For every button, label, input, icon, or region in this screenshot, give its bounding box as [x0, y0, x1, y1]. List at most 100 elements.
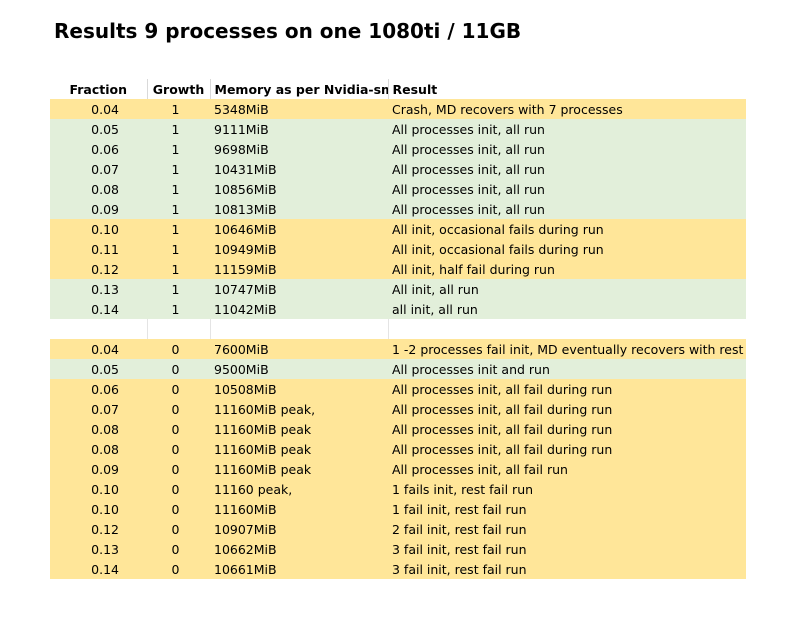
cell-result: 3 fail init, rest fail run	[388, 559, 746, 579]
table-row: 0.05 0 9500MiB All processes init and run	[50, 359, 746, 379]
cell-memory: 10949MiB	[210, 239, 388, 259]
table-row: 0.08 0 11160MiB peak All processes init, al…	[50, 439, 746, 459]
cell-fraction: 0.05	[50, 119, 147, 139]
cell-fraction: 0.06	[50, 139, 147, 159]
cell-fraction: 0.12	[50, 259, 147, 279]
cell-fraction: 0.06	[50, 379, 147, 399]
cell-growth: 0	[147, 439, 210, 459]
cell-fraction: 0.05	[50, 359, 147, 379]
cell-memory: 11160MiB	[210, 499, 388, 519]
table-row: 0.04 0 7600MiB 1 -2 processes fail init, MD…	[50, 339, 746, 359]
table-row: 0.12 1 11159MiB All init, half fail during …	[50, 259, 746, 279]
cell-memory: 11160MiB peak,	[210, 399, 388, 419]
cell-memory: 9500MiB	[210, 359, 388, 379]
cell-result: All processes init, all run	[388, 119, 746, 139]
cell-result: All processes init and run	[388, 359, 746, 379]
cell-growth: 1	[147, 219, 210, 239]
cell-growth: 1	[147, 179, 210, 199]
header-memory: Memory as per Nvidia-smi	[210, 79, 389, 99]
cell-growth: 1	[147, 119, 210, 139]
cell-growth: 0	[147, 379, 210, 399]
cell-result: All processes init, all fail during run	[388, 379, 746, 399]
cell-memory: 10747MiB	[210, 279, 388, 299]
table-header-row: Fraction Growth Memory as per Nvidia-smi…	[50, 79, 746, 99]
cell-memory: 10907MiB	[210, 519, 388, 539]
cell-memory: 10813MiB	[210, 199, 388, 219]
cell-fraction: 0.07	[50, 159, 147, 179]
cell-fraction: 0.14	[50, 559, 147, 579]
cell-growth: 1	[147, 259, 210, 279]
cell-memory: 10431MiB	[210, 159, 388, 179]
cell-growth: 1	[147, 199, 210, 219]
cell-fraction: 0.09	[50, 199, 147, 219]
cell-growth: 1	[147, 139, 210, 159]
cell-memory: 10662MiB	[210, 539, 388, 559]
table-row-blank	[50, 319, 746, 339]
cell-result: All init, occasional fails during run	[388, 239, 746, 259]
table-row: 0.13 1 10747MiB All init, all run	[50, 279, 746, 299]
table-row: 0.14 0 10661MiB 3 fail init, rest fail run	[50, 559, 746, 579]
cell-fraction: 0.10	[50, 499, 147, 519]
table-row: 0.06 0 10508MiB All processes init, all fai…	[50, 379, 746, 399]
cell-result: Crash, MD recovers with 7 processes	[388, 99, 746, 119]
cell-fraction: 0.08	[50, 439, 147, 459]
cell-result: All processes init, all fail during run	[388, 399, 746, 419]
table-row: 0.09 1 10813MiB All processes init, all run	[50, 199, 746, 219]
table-row: 0.05 1 9111MiB All processes init, all run	[50, 119, 746, 139]
cell-result: all init, all run	[388, 299, 746, 319]
page-title: Results 9 processes on one 1080ti / 11GB	[54, 19, 522, 43]
cell-fraction: 0.04	[50, 99, 147, 119]
cell-result: All init, half fail during run	[388, 259, 746, 279]
cell-growth: 0	[147, 459, 210, 479]
cell-result: All processes init, all run	[388, 139, 746, 159]
cell-memory: 11160 peak,	[210, 479, 388, 499]
cell-fraction: 0.11	[50, 239, 147, 259]
cell-memory: 7600MiB	[210, 339, 388, 359]
table-row: 0.10 0 11160 peak, 1 fails init, rest fail …	[50, 479, 746, 499]
table-row: 0.04 1 5348MiB Crash, MD recovers with 7 p…	[50, 99, 746, 119]
cell-memory: 11160MiB peak	[210, 439, 388, 459]
cell-memory: 11160MiB peak	[210, 459, 388, 479]
cell-result: 1 fails init, rest fail run	[388, 479, 746, 499]
cell-result: All processes init, all fail during run	[388, 419, 746, 439]
cell-memory: 10661MiB	[210, 559, 388, 579]
results-table: Fraction Growth Memory as per Nvidia-smi…	[50, 79, 746, 579]
cell-result: All processes init, all run	[388, 199, 746, 219]
cell-memory: 10856MiB	[210, 179, 388, 199]
cell-growth: 0	[147, 539, 210, 559]
cell-growth: 0	[147, 499, 210, 519]
cell-result: 1 fail init, rest fail run	[388, 499, 746, 519]
cell-memory: 11159MiB	[210, 259, 388, 279]
cell-memory: 9111MiB	[210, 119, 388, 139]
cell-growth: 0	[147, 519, 210, 539]
cell-fraction: 0.04	[50, 339, 147, 359]
cell-result: All processes init, all fail run	[388, 459, 746, 479]
table-row: 0.08 1 10856MiB All processes init, all run	[50, 179, 746, 199]
cell-memory: 11160MiB peak	[210, 419, 388, 439]
table-row: 0.09 0 11160MiB peak All processes init, al…	[50, 459, 746, 479]
cell-result: 1 -2 processes fail init, MD eventually …	[388, 339, 746, 359]
results-table-container: Fraction Growth Memory as per Nvidia-smi…	[50, 79, 746, 579]
cell-growth: 1	[147, 279, 210, 299]
table-body: 0.04 1 5348MiB Crash, MD recovers with 7 p…	[50, 99, 746, 579]
table-row: 0.13 0 10662MiB 3 fail init, rest fail run	[50, 539, 746, 559]
cell-growth: 1	[147, 299, 210, 319]
cell-fraction: 0.12	[50, 519, 147, 539]
cell-result: All processes init, all fail during run	[388, 439, 746, 459]
header-fraction: Fraction	[50, 79, 148, 99]
cell-result: All init, occasional fails during run	[388, 219, 746, 239]
cell-result: All processes init, all run	[388, 179, 746, 199]
cell-result: All processes init, all run	[388, 159, 746, 179]
cell-growth: 0	[147, 339, 210, 359]
cell-growth: 0	[147, 479, 210, 499]
table-row: 0.06 1 9698MiB All processes init, all run	[50, 139, 746, 159]
table-row: 0.07 0 11160MiB peak, All processes init, a…	[50, 399, 746, 419]
cell-result: All init, all run	[388, 279, 746, 299]
cell-fraction: 0.08	[50, 419, 147, 439]
cell-result: 2 fail init, rest fail run	[388, 519, 746, 539]
cell-fraction: 0.14	[50, 299, 147, 319]
cell-result	[388, 319, 746, 339]
cell-growth: 1	[147, 239, 210, 259]
cell-growth: 1	[147, 159, 210, 179]
cell-fraction: 0.10	[50, 479, 147, 499]
